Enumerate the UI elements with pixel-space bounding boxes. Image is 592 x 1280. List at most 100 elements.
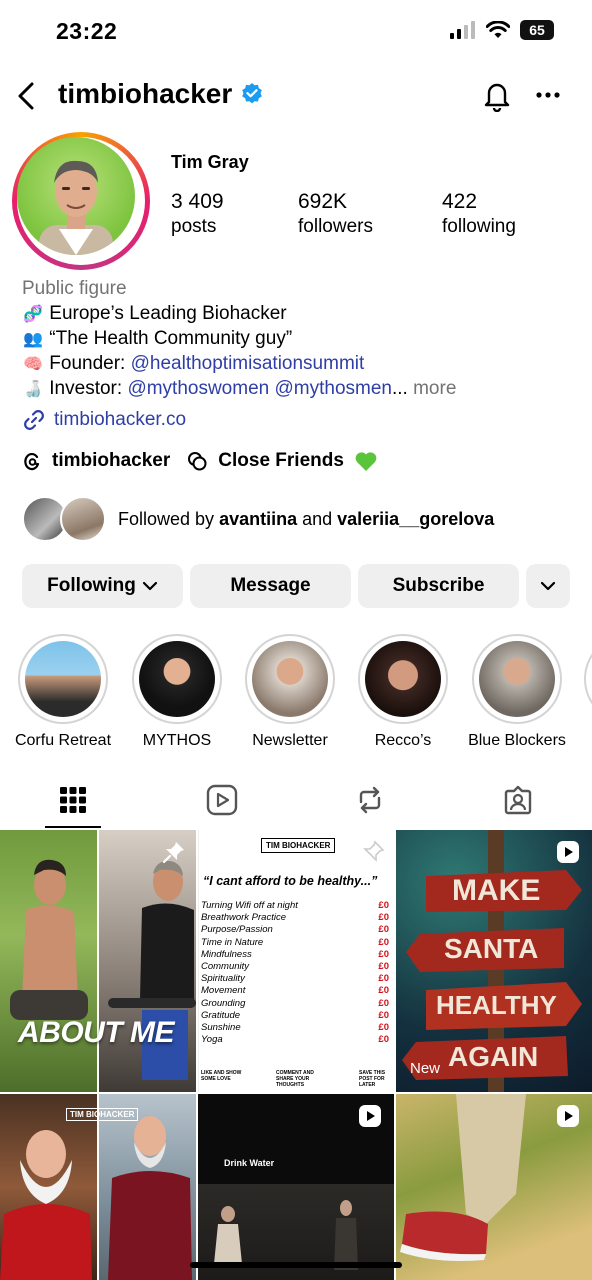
checklist-price: £0 (378, 924, 389, 936)
grid-icon (60, 787, 86, 813)
stat-followers[interactable]: 692K followers (298, 190, 373, 238)
checklist-price: £0 (378, 973, 389, 985)
sign-text-3: HEALTHY (436, 990, 557, 1020)
avatar-photo (17, 137, 135, 255)
profile-avatar[interactable] (12, 132, 150, 270)
highlight-newsletter[interactable]: Newsletter (235, 634, 345, 750)
threads-handle-link[interactable]: timbiohacker (52, 450, 170, 472)
checklist-row: Purpose/Passion £0 (199, 924, 395, 936)
followed-by-text: Followed by avantiina and valeriia__gore… (118, 508, 495, 529)
green-heart-icon (355, 452, 377, 471)
checklist-item: Mindfulness (201, 948, 252, 960)
pin-icon (162, 842, 184, 864)
bio-line-4: 🍶 Investor: @mythoswomen @mythosmen... m… (23, 378, 457, 399)
post-drink-water[interactable]: Drink Water (198, 1094, 394, 1280)
message-button[interactable]: Message (190, 564, 351, 608)
suggested-accounts-button[interactable] (526, 564, 570, 608)
bio-more-link[interactable]: more (408, 378, 456, 399)
tagged-icon (504, 785, 532, 815)
threads-row: timbiohacker Close Friends (22, 450, 378, 472)
reel-indicator-icon (557, 1105, 579, 1127)
stat-following[interactable]: 422 following (442, 190, 516, 238)
following-button[interactable]: Following (22, 564, 183, 608)
highlight-blue-blockers[interactable]: Blue Blockers (462, 634, 572, 750)
bio-line-2: 👥 “The Health Community guy” (23, 328, 293, 349)
post-santa[interactable]: TIM BIOHACKER (0, 1094, 196, 1280)
back-arrow-icon[interactable] (14, 80, 40, 112)
highlight-label: MYTHOS (142, 732, 212, 749)
cellular-signal-icon (450, 21, 475, 39)
notifications-bell-icon[interactable] (482, 80, 512, 112)
followed-by-row[interactable]: Followed by avantiina and valeriia__gore… (22, 496, 494, 542)
highlight-overflow[interactable] (584, 634, 592, 724)
checklist-row: Yoga £0 (199, 1034, 395, 1046)
highlight-corfu-retreat[interactable]: Corfu Retreat (8, 634, 118, 750)
post-cant-afford[interactable]: TIM BIOHACKER “I cant afford to be healt… (198, 830, 395, 1092)
highlight-reccos[interactable]: Recco’s (348, 634, 458, 750)
bottle-icon: 🍶 (23, 379, 43, 398)
checklist-price: £0 (378, 948, 389, 960)
highlight-mythos[interactable]: MYTHOS (122, 634, 232, 750)
tab-reels[interactable] (202, 780, 242, 820)
checklist-item: Gratitude (201, 1009, 241, 1021)
post-make-santa-healthy[interactable]: MAKE SANTA HEALTHY AGAIN New (396, 830, 592, 1092)
new-badge: New (410, 1060, 441, 1077)
highlight-label: Newsletter (252, 732, 328, 749)
username-text: timbiohacker (58, 78, 233, 109)
sign-text-4: AGAIN (448, 1041, 539, 1072)
checklist-price: £0 (378, 912, 389, 924)
investor-mentions-link[interactable]: @mythoswomen @mythosmen (127, 378, 392, 399)
website-link[interactable]: timbiohacker.co (22, 408, 186, 432)
more-options-icon[interactable] (536, 92, 560, 98)
tab-reposts[interactable] (350, 780, 390, 820)
post-footer-comment: COMMENT AND SHARE YOUR THOUGHTS (276, 1070, 314, 1088)
post-footer-save: SAVE THIS POST FOR LATER (359, 1070, 386, 1088)
checklist-price: £0 (378, 960, 389, 972)
founder-mention-link[interactable]: @healthoptimisationsummit (131, 353, 365, 374)
highlight-label: Recco’s (374, 732, 432, 749)
checklist-item: Grounding (201, 997, 246, 1009)
reposts-icon (359, 786, 381, 814)
reels-icon (206, 784, 238, 816)
profile-category: Public figure (22, 278, 127, 299)
profile-username: timbiohacker (58, 78, 264, 110)
post-walking[interactable] (396, 1094, 592, 1280)
subscribe-button[interactable]: Subscribe (358, 564, 519, 608)
chevron-down-icon (142, 581, 157, 591)
checklist-item: Community (201, 960, 250, 972)
checklist-row: Grounding £0 (199, 998, 395, 1010)
dna-icon: 🧬 (23, 304, 43, 323)
checklist-item: Turning Wifi off at night (201, 900, 298, 911)
checklist-item: Breathwork Practice (201, 912, 287, 924)
highlight-label: Blue Blockers (468, 732, 566, 749)
people-icon: 👥 (23, 329, 43, 348)
wifi-icon (486, 21, 510, 38)
post-about-me[interactable]: ABOUT ME (0, 830, 196, 1092)
chevron-down-icon (540, 581, 556, 591)
tab-grid[interactable] (53, 780, 93, 820)
video-caption: Drink Water (224, 1158, 275, 1168)
checklist-row: Movement £0 (199, 985, 395, 997)
checklist-item: Yoga (201, 1034, 223, 1046)
checklist-item: Spirituality (201, 973, 245, 985)
checklist-row: Sunshine £0 (199, 1022, 395, 1034)
close-friends-label[interactable]: Close Friends (218, 450, 344, 472)
followers-count: 692K (298, 190, 348, 213)
reel-indicator-icon (557, 841, 579, 863)
follower-avatar-2 (60, 496, 106, 542)
bio-line-3: 🧠 Founder: @healthoptimisationsummit (23, 353, 365, 374)
post-brand-label: TIM BIOHACKER (66, 1108, 139, 1121)
website-text: timbiohacker.co (54, 409, 187, 430)
posts-count: 3 409 (171, 190, 224, 213)
checklist-price: £0 (378, 936, 389, 948)
stat-posts[interactable]: 3 409 posts (171, 190, 224, 238)
bio-line-1: 🧬 Europe’s Leading Biohacker (23, 303, 287, 324)
checklist-row: Time in Nature £0 (199, 937, 395, 949)
profile-bio: Public figure 🧬 Europe’s Leading Biohack… (22, 276, 456, 401)
checklist-row: Gratitude £0 (199, 1010, 395, 1022)
checklist-price: £0 (378, 997, 389, 1009)
battery-indicator: 65 (520, 20, 554, 40)
tab-tagged[interactable] (498, 780, 538, 820)
checklist-price: £0 (378, 1009, 389, 1021)
checklist-item: Time in Nature (201, 936, 264, 948)
